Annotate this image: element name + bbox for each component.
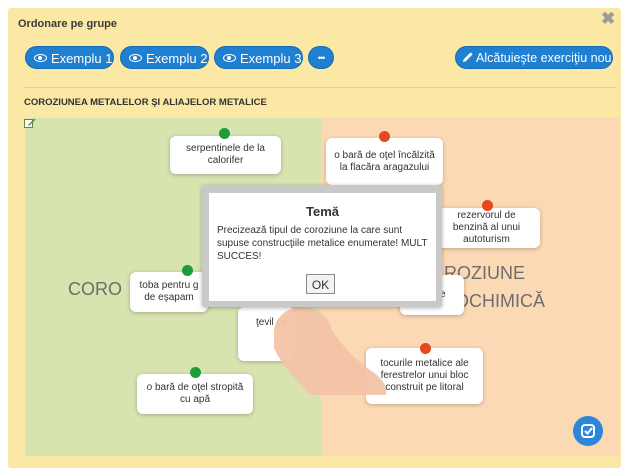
edit-icon[interactable] — [24, 118, 36, 129]
task-dialog: Temă Precizează tipul de coroziune la ca… — [209, 193, 436, 301]
more-button[interactable]: ••• — [308, 46, 334, 69]
eye-icon — [34, 54, 47, 62]
app-title: Ordonare pe grupe — [18, 18, 118, 30]
eye-icon — [129, 54, 142, 62]
example-1-button[interactable]: Exemplu 1 — [25, 46, 114, 69]
card-serpentine[interactable]: serpentinele de la calorifer — [170, 136, 281, 174]
create-exercise-button[interactable]: Alcătuieşte exerciţiu nou — [455, 46, 613, 69]
pencil-icon — [463, 52, 473, 62]
zone-right-label-line2: OCHIMICĂ — [455, 291, 545, 311]
divider — [24, 87, 616, 88]
status-dot-red — [379, 131, 390, 142]
card-fuel-tank[interactable]: rezervorul de benzină al unui autoturism — [433, 208, 540, 248]
create-exercise-label: Alcătuieşte exerciţiu nou — [476, 51, 612, 65]
example-2-label: Exemplu 2 — [146, 51, 208, 66]
status-dot-red — [420, 343, 431, 354]
hand-pointer-icon — [274, 307, 387, 395]
example-1-label: Exemplu 1 — [51, 51, 113, 66]
exercise-subtitle: COROZIUNEA METALELOR ŞI ALIAJELOR METALI… — [24, 97, 267, 108]
check-button[interactable] — [573, 416, 603, 446]
status-dot-red — [482, 200, 493, 211]
example-3-button[interactable]: Exemplu 3 — [214, 46, 303, 69]
card-steel-bar-water[interactable]: o bară de oţel stropită cu apă — [137, 374, 253, 414]
check-icon — [581, 424, 595, 438]
close-icon[interactable]: ✖ — [601, 9, 615, 29]
eye-icon — [223, 54, 236, 62]
example-3-label: Exemplu 3 — [240, 51, 302, 66]
card-exhaust[interactable]: toba pentru g de eşapam — [130, 272, 208, 312]
status-dot-green — [190, 367, 201, 378]
status-dot-green — [219, 128, 230, 139]
card-steel-bar-heated[interactable]: o bară de oţel încălzită la flacăra arag… — [326, 138, 443, 185]
ok-button[interactable]: OK — [306, 274, 335, 294]
status-dot-green — [182, 265, 193, 276]
dialog-message: Precizează tipul de coroziune la care su… — [217, 225, 428, 262]
dialog-title: Temă — [306, 204, 339, 219]
zone-left-label: CORO — [68, 279, 122, 299]
example-2-button[interactable]: Exemplu 2 — [120, 46, 209, 69]
